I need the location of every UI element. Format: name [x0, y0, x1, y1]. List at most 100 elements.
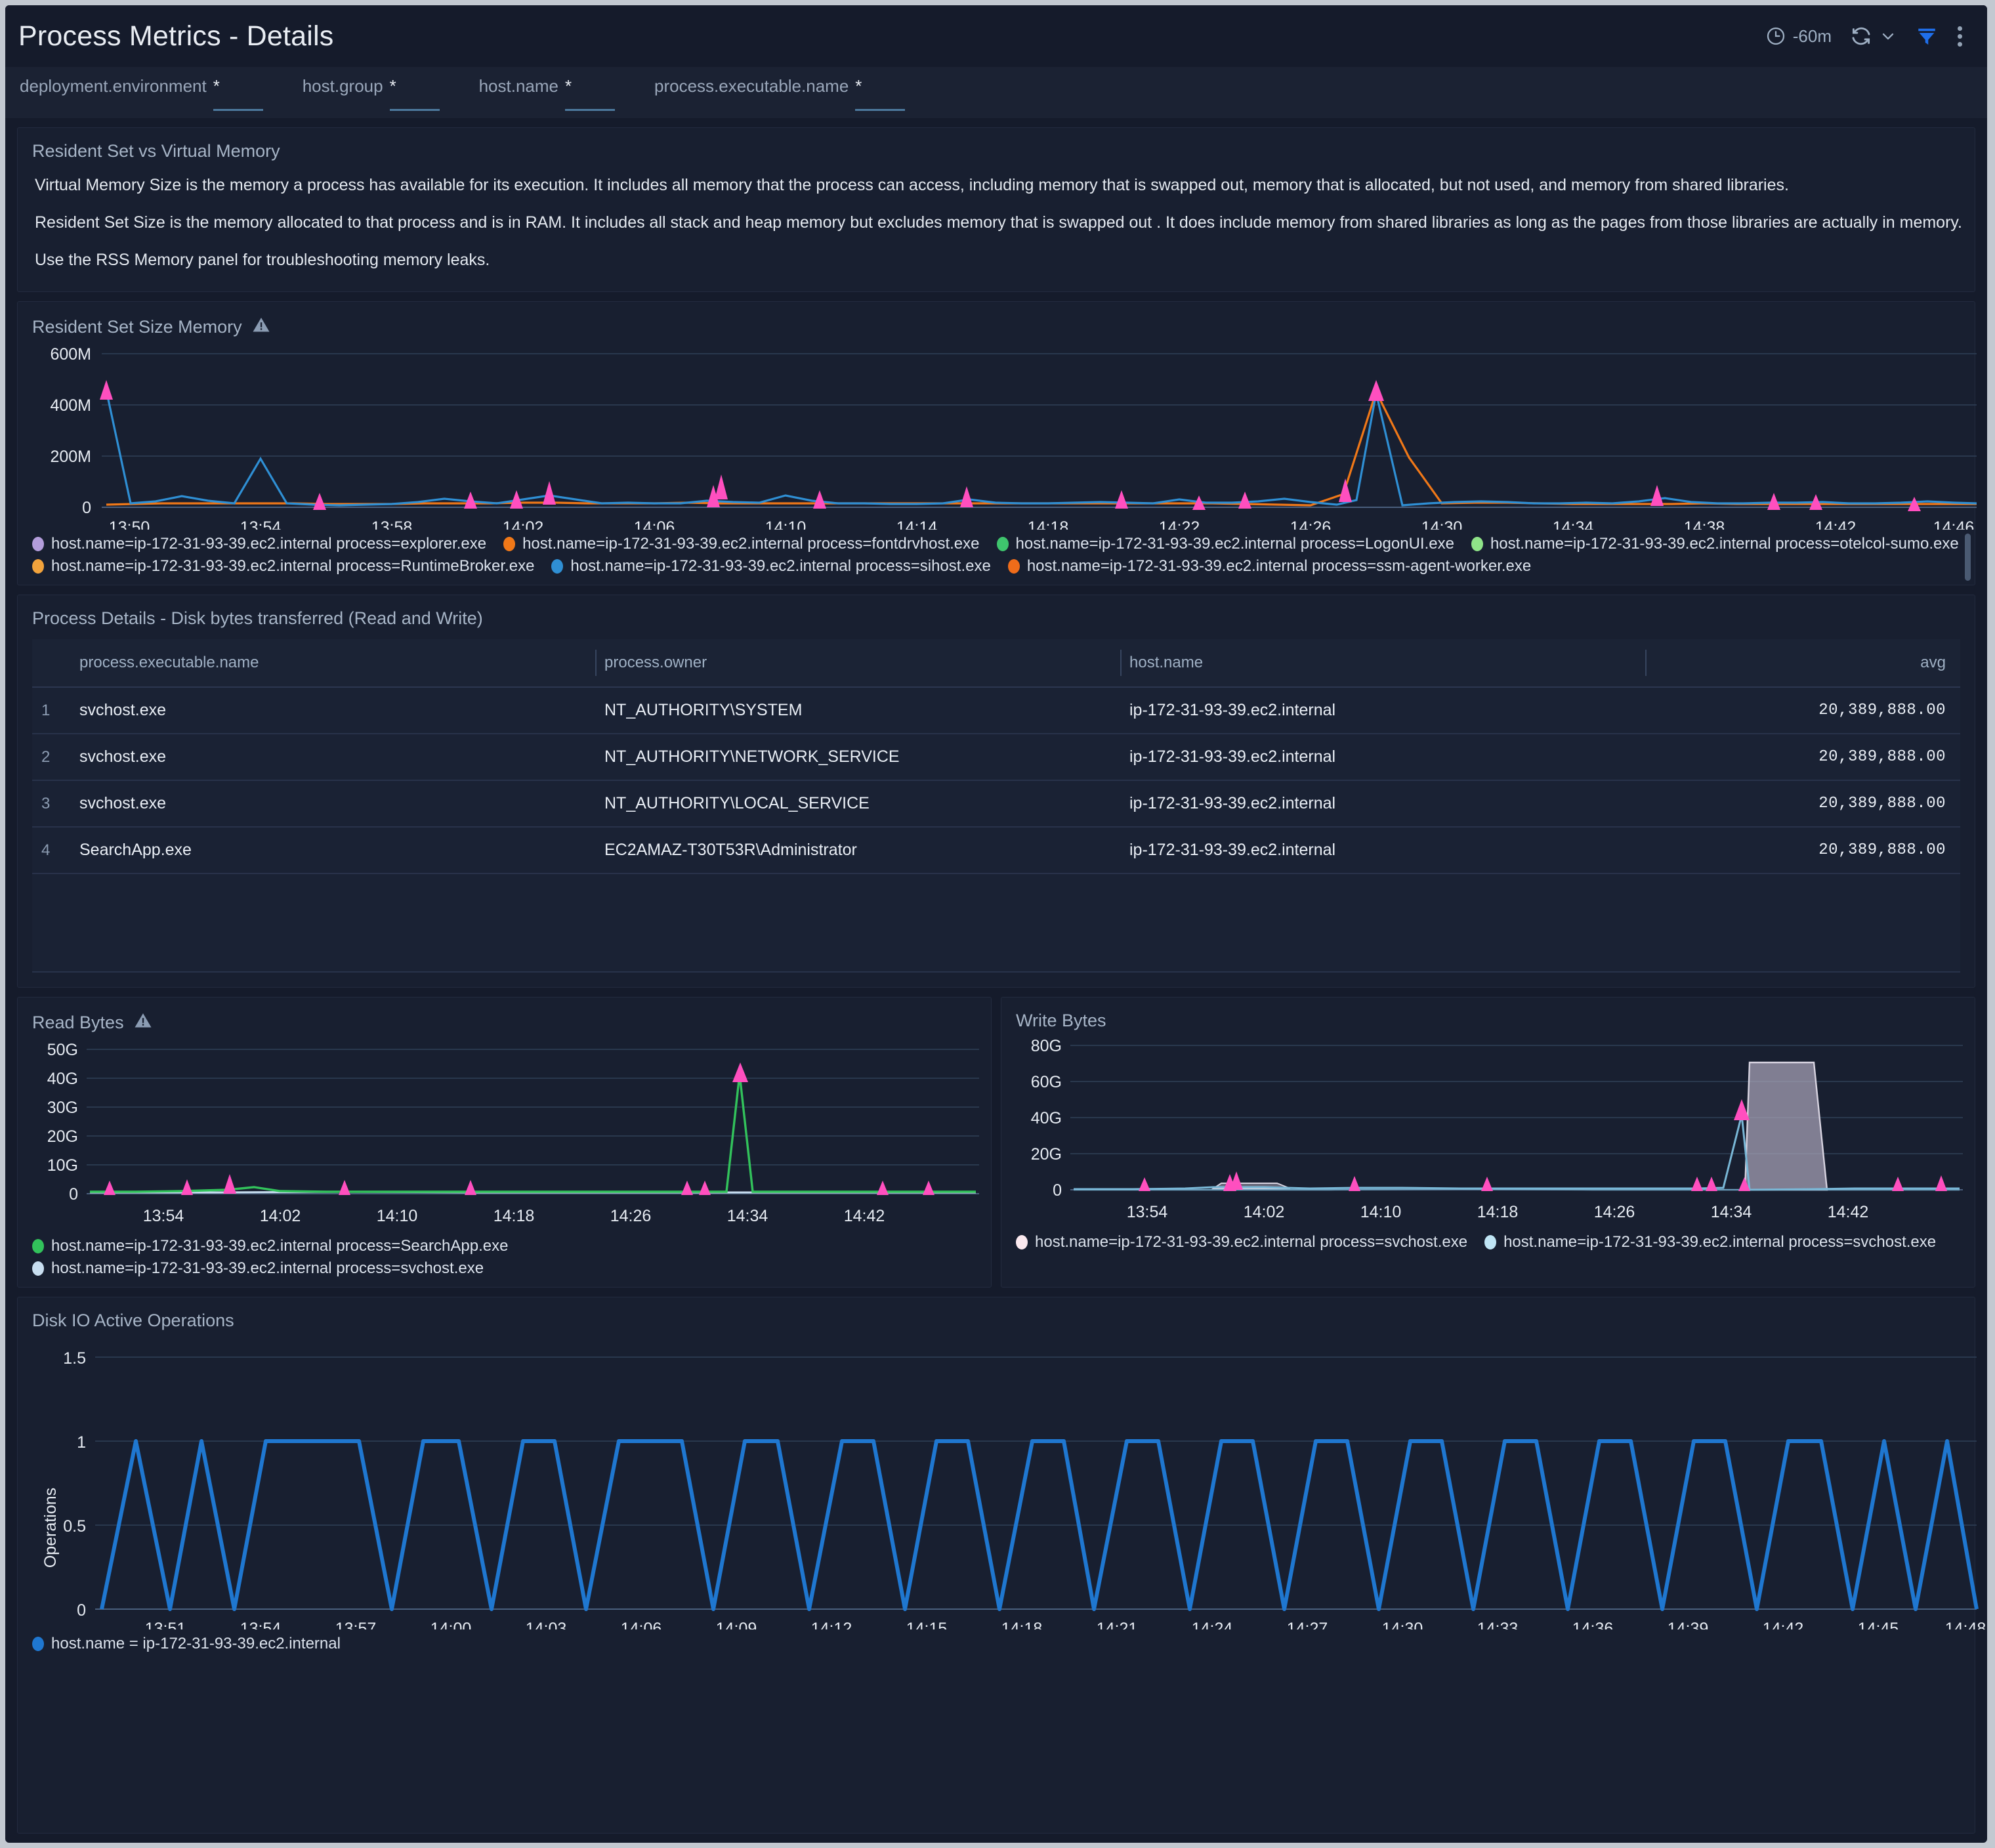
rss-legend: host.name=ip-172-31-93-39.ec2.internal p…	[18, 530, 1975, 585]
svg-text:14:42: 14:42	[1763, 1620, 1804, 1629]
rss-chart[interactable]: 600M 400M 200M 0 13:50 13:54 13:58 14:02…	[18, 339, 1977, 530]
panel-body: Virtual Memory Size is the memory a proc…	[18, 161, 1975, 291]
svg-text:13:57: 13:57	[335, 1620, 377, 1629]
variable-label: process.executable.name	[654, 76, 849, 96]
warning-triangle-icon[interactable]	[251, 315, 271, 339]
row-index: 2	[32, 734, 70, 782]
write-bytes-chart[interactable]: 80G 60G 40G 20G 0 13:54 14:02 14:10 14:1…	[1001, 1031, 1975, 1228]
disk-io-chart-svg: 1.5 1 0.5 0 Operations 13:51 13:54 13:57…	[41, 1349, 1986, 1629]
svg-text:200M: 200M	[50, 448, 91, 466]
table-row[interactable]: 3 svchost.exe NT_AUTHORITY\LOCAL_SERVICE…	[32, 780, 1960, 828]
panel-title: Disk IO Active Operations	[32, 1311, 234, 1331]
svg-text:14:27: 14:27	[1287, 1620, 1328, 1629]
legend-item[interactable]: host.name=ip-172-31-93-39.ec2.internal p…	[1016, 1233, 1467, 1251]
legend-color-swatch	[32, 537, 44, 552]
variable-host-name[interactable]: host.name *	[479, 76, 615, 111]
variable-host-group[interactable]: host.group *	[303, 76, 440, 111]
legend-label: host.name=ip-172-31-93-39.ec2.internal p…	[1026, 557, 1532, 576]
column-index	[32, 639, 70, 688]
svg-text:14:34: 14:34	[1711, 1203, 1752, 1221]
legend-item[interactable]: host.name=ip-172-31-93-39.ec2.internal p…	[551, 557, 991, 576]
legend-item[interactable]: host.name=ip-172-31-93-39.ec2.internal p…	[32, 1259, 484, 1278]
legend-label: host.name=ip-172-31-93-39.ec2.internal p…	[51, 1237, 509, 1255]
column-avg[interactable]: avg	[1645, 639, 1960, 688]
svg-text:13:54: 13:54	[1127, 1203, 1168, 1221]
panel-title: Process Details - Disk bytes transferred…	[32, 608, 483, 629]
legend-label: host.name=ip-172-31-93-39.ec2.internal p…	[51, 1259, 484, 1278]
legend-label: host.name = ip-172-31-93-39.ec2.internal	[51, 1635, 341, 1653]
legend-scrollbar[interactable]	[1965, 534, 1971, 581]
dashboard-page: Process Metrics - Details -60m deploymen…	[0, 0, 1995, 1848]
column-process-owner[interactable]: process.owner	[595, 639, 1120, 688]
legend-color-swatch	[32, 1261, 44, 1276]
table-row[interactable]: 1 svchost.exe NT_AUTHORITY\SYSTEM ip-172…	[32, 687, 1960, 735]
svg-text:Operations: Operations	[41, 1488, 60, 1568]
legend-color-swatch	[503, 537, 516, 552]
svg-text:14:36: 14:36	[1572, 1620, 1614, 1629]
table-row[interactable]: 4 SearchApp.exe EC2AMAZ-T30T53R\Administ…	[32, 827, 1960, 875]
table-empty-space	[32, 874, 1960, 973]
svg-text:1.5: 1.5	[63, 1349, 86, 1368]
cell-avg: 20,389,888.00	[1645, 827, 1960, 875]
legend-item[interactable]: host.name=ip-172-31-93-39.ec2.internal p…	[1484, 1233, 1936, 1251]
variable-process-executable-name[interactable]: process.executable.name *	[654, 76, 906, 111]
process-details-table: process.executable.name process.owner ho…	[32, 639, 1960, 875]
legend-label: host.name=ip-172-31-93-39.ec2.internal p…	[570, 557, 991, 576]
disk-io-chart[interactable]: 1.5 1 0.5 0 Operations 13:51 13:54 13:57…	[18, 1331, 1986, 1629]
refresh-icon	[1850, 25, 1872, 47]
variable-value[interactable]: *	[389, 77, 440, 111]
cell-process-executable-name: SearchApp.exe	[70, 827, 595, 875]
write-bytes-legend: host.name=ip-172-31-93-39.ec2.internal p…	[1001, 1228, 1975, 1261]
clock-icon	[1765, 26, 1786, 47]
paragraph-rss-hint: Use the RSS Memory panel for troubleshoo…	[35, 250, 490, 269]
warning-triangle-icon[interactable]	[133, 1011, 153, 1035]
svg-text:14:34: 14:34	[727, 1207, 768, 1225]
filter-button[interactable]	[1906, 21, 1947, 51]
svg-text:14:10: 14:10	[1360, 1203, 1402, 1221]
time-range-button[interactable]: -60m	[1756, 22, 1841, 51]
cell-process-executable-name: svchost.exe	[70, 780, 595, 828]
svg-text:10G: 10G	[47, 1156, 78, 1175]
legend-label: host.name=ip-172-31-93-39.ec2.internal p…	[522, 535, 980, 553]
legend-item[interactable]: host.name = ip-172-31-93-39.ec2.internal	[32, 1635, 341, 1653]
legend-item[interactable]: host.name=ip-172-31-93-39.ec2.internal p…	[32, 535, 486, 553]
svg-text:14:12: 14:12	[811, 1620, 852, 1629]
svg-text:0: 0	[82, 499, 91, 517]
table-row[interactable]: 2 svchost.exe NT_AUTHORITY\NETWORK_SERVI…	[32, 734, 1960, 782]
variable-value[interactable]: *	[213, 77, 263, 111]
variable-value[interactable]: *	[565, 77, 615, 111]
refresh-button[interactable]	[1841, 21, 1906, 51]
legend-item[interactable]: host.name=ip-172-31-93-39.ec2.internal p…	[996, 535, 1454, 553]
svg-text:80G: 80G	[1031, 1037, 1062, 1055]
cell-host-name: ip-172-31-93-39.ec2.internal	[1120, 827, 1645, 875]
svg-text:14:26: 14:26	[1594, 1203, 1635, 1221]
cell-process-executable-name: svchost.exe	[70, 734, 595, 782]
legend-item[interactable]: host.name=ip-172-31-93-39.ec2.internal p…	[503, 535, 980, 553]
svg-text:20G: 20G	[47, 1127, 78, 1146]
more-vertical-icon[interactable]	[1947, 22, 1970, 51]
variable-value[interactable]: *	[855, 77, 906, 111]
read-write-row: Read Bytes 50G 40G 30G 20G 10G 0 13:54 1…	[17, 997, 1975, 1288]
chevron-down-icon[interactable]	[1879, 27, 1897, 45]
svg-text:14:10: 14:10	[765, 518, 807, 530]
cell-process-owner: NT_AUTHORITY\SYSTEM	[595, 687, 1120, 735]
legend-color-swatch	[32, 1637, 44, 1652]
legend-item[interactable]: host.name=ip-172-31-93-39.ec2.internal p…	[1471, 535, 1959, 553]
svg-text:14:18: 14:18	[1001, 1620, 1043, 1629]
read-bytes-chart[interactable]: 50G 40G 30G 20G 10G 0 13:54 14:02 14:10 …	[18, 1035, 991, 1232]
legend-item[interactable]: host.name=ip-172-31-93-39.ec2.internal p…	[32, 1237, 508, 1255]
column-host-name[interactable]: host.name	[1120, 639, 1645, 688]
legend-item[interactable]: host.name=ip-172-31-93-39.ec2.internal p…	[1007, 557, 1532, 576]
legend-item[interactable]: host.name=ip-172-31-93-39.ec2.internal p…	[32, 557, 534, 576]
column-process-executable-name[interactable]: process.executable.name	[70, 639, 595, 688]
svg-text:20G: 20G	[1031, 1145, 1062, 1164]
cell-process-owner: NT_AUTHORITY\NETWORK_SERVICE	[595, 734, 1120, 782]
legend-color-swatch	[32, 559, 44, 574]
legend-label: host.name=ip-172-31-93-39.ec2.internal p…	[51, 535, 487, 553]
panel-title: Resident Set Size Memory	[32, 317, 242, 337]
panel-title-row: Resident Set Size Memory	[18, 302, 1975, 339]
svg-text:0: 0	[1053, 1181, 1062, 1200]
svg-text:13:50: 13:50	[109, 518, 150, 530]
cell-avg: 20,389,888.00	[1645, 734, 1960, 782]
variable-deployment-environment[interactable]: deployment.environment *	[20, 76, 263, 111]
